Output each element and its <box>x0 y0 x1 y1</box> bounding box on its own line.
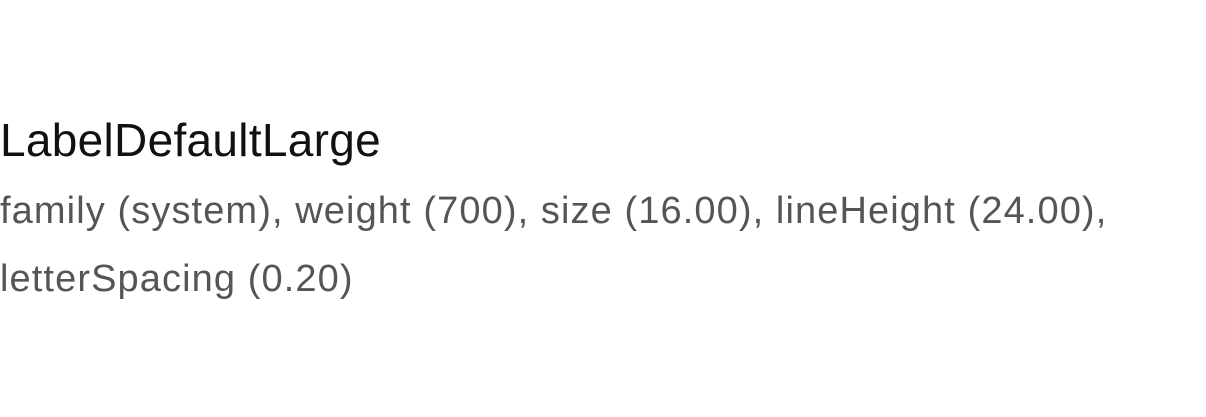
token-spec: family (system), weight (700), size (16.… <box>0 190 1108 300</box>
typography-token-card: LabelDefaultLarge family (system), weigh… <box>0 108 1140 313</box>
token-name: LabelDefaultLarge <box>0 114 382 166</box>
